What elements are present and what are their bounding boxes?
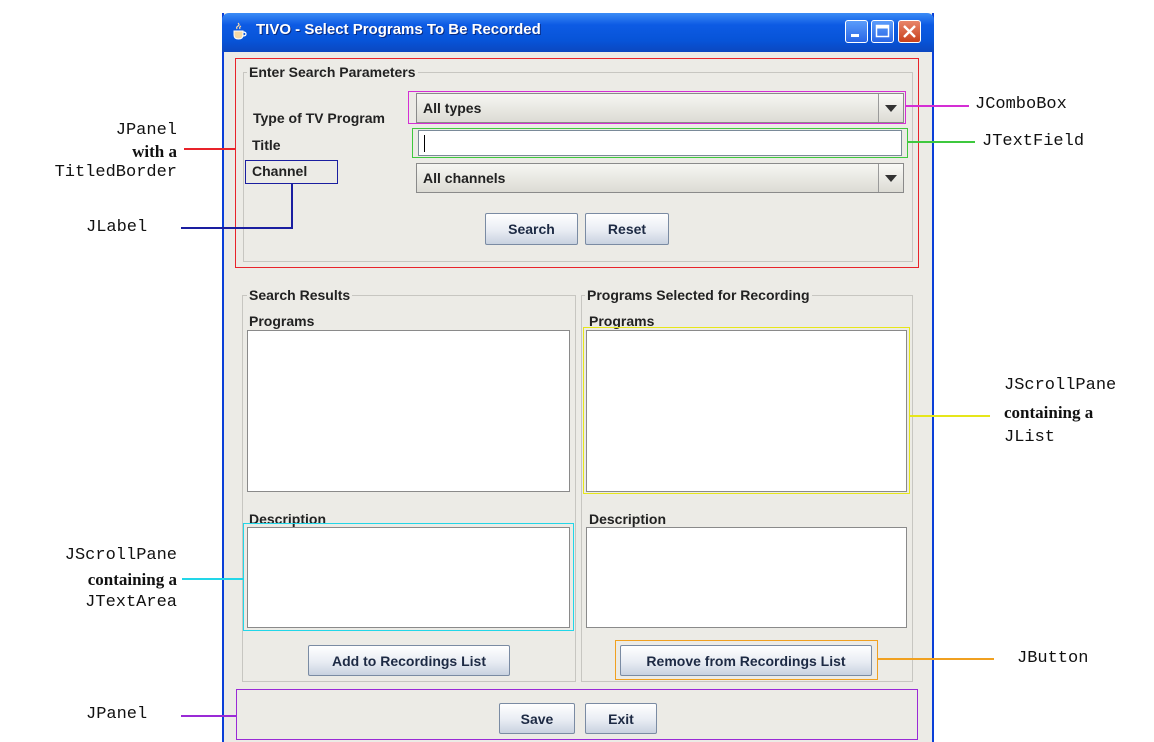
results-panel-legend: Search Results	[247, 287, 353, 303]
jlabel-highlight	[245, 160, 338, 184]
maximize-button[interactable]	[871, 20, 894, 43]
jpanel-highlight	[236, 689, 918, 740]
jbutton-annotation: JButton	[1017, 649, 1089, 668]
add-to-recordings-button[interactable]: Add to Recordings List	[308, 645, 510, 676]
jtextarea-leader	[182, 578, 243, 580]
jscrollpane-list-annotation-line2: containing a	[1004, 403, 1094, 422]
jpanel-titled-annotation-line2: with a	[132, 142, 177, 161]
close-button[interactable]	[898, 20, 921, 43]
jtextfield-leader	[908, 141, 975, 143]
jbutton-highlight	[615, 640, 878, 680]
jscrollpane-list-annotation-line1: JScrollPane	[1004, 376, 1117, 395]
minimize-button[interactable]	[845, 20, 868, 43]
results-programs-list[interactable]	[247, 330, 570, 492]
jtextarea-highlight	[243, 523, 574, 631]
jtextfield-annotation: JTextField	[982, 132, 1085, 151]
jcombobox-annotation: JComboBox	[975, 95, 1067, 114]
minimize-icon	[851, 34, 859, 37]
jlabel-annotation: JLabel	[86, 218, 148, 237]
jpanel-annotation: JPanel	[86, 705, 148, 724]
jpanel-titled-annotation-line1: JPanel	[115, 121, 177, 140]
jlist-highlight	[583, 327, 910, 494]
selected-description-label: Description	[589, 511, 667, 527]
selected-description-textarea[interactable]	[586, 527, 907, 628]
jcombobox-highlight	[408, 91, 906, 124]
results-programs-label: Programs	[249, 313, 315, 329]
jtextfield-highlight	[412, 128, 908, 158]
jpanel-leader	[181, 715, 236, 717]
jbutton-leader	[878, 658, 994, 660]
jpanel-titled-annotation-line3: TitledBorder	[54, 163, 177, 182]
window-title: TIVO - Select Programs To Be Recorded	[256, 21, 541, 38]
jlabel-leader	[181, 227, 293, 229]
jscrollpane-list-annotation-line3: JList	[1004, 428, 1056, 447]
jlist-leader	[910, 415, 990, 417]
selected-panel-legend: Programs Selected for Recording	[585, 287, 812, 303]
jscrollpane-textarea-annotation-line2: containing a	[87, 570, 177, 589]
jscrollpane-textarea-annotation-line3: JTextArea	[85, 593, 177, 612]
jlabel-leader-vertical	[291, 184, 293, 228]
jscrollpane-textarea-annotation-line1: JScrollPane	[64, 546, 177, 565]
jcombobox-leader	[906, 105, 969, 107]
close-icon	[903, 25, 916, 38]
maximize-icon	[875, 24, 890, 38]
java-cup-icon	[233, 22, 247, 40]
titled-panel-leader	[184, 148, 235, 150]
